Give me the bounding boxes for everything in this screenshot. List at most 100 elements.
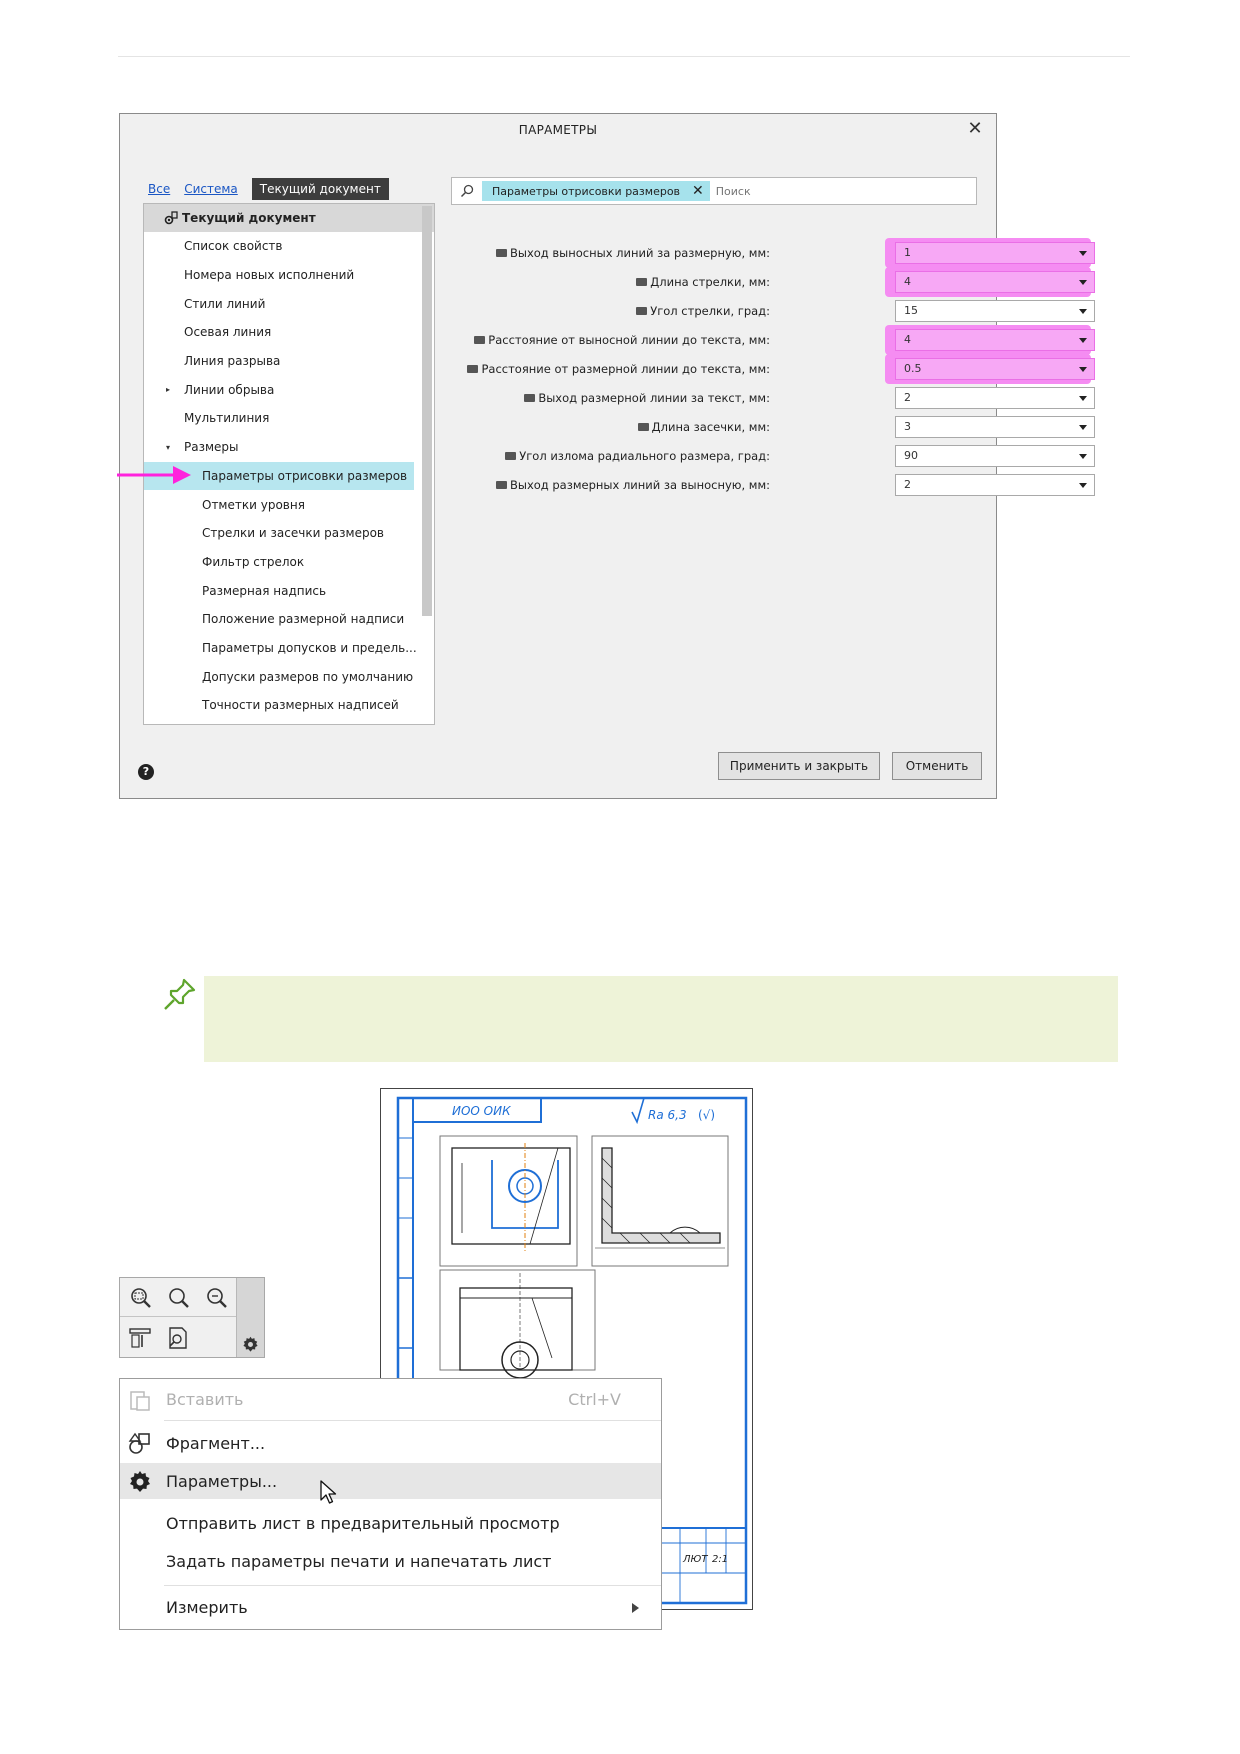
gear-icon[interactable] (242, 1336, 259, 1353)
param-value: 4 (904, 333, 911, 346)
scope-tabs: Все Система Текущий документ (148, 178, 389, 200)
param-label-text: Выход размерных линий за выносную, мм: (509, 478, 770, 492)
chevron-down-icon (1079, 454, 1087, 459)
paste-icon (130, 1391, 150, 1411)
search-filter-chip[interactable]: Параметры отрисовки размеров ✕ (482, 181, 710, 201)
menu-item-label: Измерить (166, 1597, 248, 1617)
tree-item[interactable]: Номера новых исполнений (144, 261, 434, 290)
param-value-select[interactable]: 4 (895, 271, 1095, 293)
menu-separator (164, 1420, 661, 1421)
gear-icon (130, 1471, 150, 1492)
tree-item[interactable]: Положение размерной надписи (144, 605, 434, 634)
menu-item-measure[interactable]: Измерить (120, 1589, 661, 1625)
param-label: Расстояние от выносной линии до текста, … (474, 328, 770, 352)
pin-icon[interactable] (495, 481, 507, 489)
tree-item-label: Стили линий (184, 296, 266, 311)
param-row: Выход выносных линий за размерную, мм: 1 (420, 241, 1095, 265)
param-row: Расстояние от размерной линии до текста,… (420, 357, 1095, 381)
param-value-select[interactable]: 1 (895, 242, 1095, 264)
tree-root[interactable]: Текущий документ (144, 204, 434, 232)
param-row: Длина стрелки, мм: 4 (420, 270, 1095, 294)
menu-item-print[interactable]: Задать параметры печати и напечатать лис… (120, 1543, 661, 1579)
pointer-arrow-icon (117, 466, 191, 484)
tree-item[interactable]: Стили линий (144, 289, 434, 318)
param-value-select[interactable]: 2 (895, 387, 1095, 409)
pin-icon[interactable] (495, 249, 507, 257)
menu-item-print-preview[interactable]: Отправить лист в предварительный просмот… (120, 1505, 661, 1541)
tree-item[interactable]: Список свойств (144, 232, 434, 261)
param-value-select[interactable]: 0.5 (895, 358, 1095, 380)
zoom-icon[interactable] (166, 1286, 190, 1310)
tree-item[interactable]: Параметры допусков и предель... (144, 634, 434, 663)
tree-scrollbar[interactable] (422, 206, 432, 616)
menu-item-label: Отправить лист в предварительный просмот… (166, 1513, 560, 1533)
collapsed-arrow-icon[interactable]: ▸ (166, 385, 170, 394)
param-row: Угол стрелки, град: 15 (420, 299, 1095, 323)
close-icon[interactable]: ✕ (692, 183, 704, 199)
param-value-select[interactable]: 15 (895, 300, 1095, 322)
search-input[interactable] (713, 183, 976, 199)
pin-icon[interactable] (467, 365, 479, 373)
zoom-toolbar (119, 1277, 265, 1358)
menu-item-label: Вставить (166, 1389, 244, 1409)
zoom-page-icon[interactable] (166, 1326, 190, 1350)
tree-item[interactable]: ▸ Линии обрыва (144, 375, 434, 404)
tree-item-label: Допуски размеров по умолчанию (202, 669, 414, 684)
tree-item-label: Фильтр стрелок (202, 554, 305, 569)
expanded-arrow-icon[interactable]: ▾ (166, 443, 170, 452)
chevron-down-icon (1079, 483, 1087, 488)
close-icon[interactable]: ✕ (964, 118, 986, 140)
pin-icon[interactable] (637, 423, 649, 431)
tree-item[interactable]: Отметки уровня (144, 490, 434, 519)
pin-icon[interactable] (474, 336, 486, 344)
menu-item-parameters[interactable]: Параметры... (120, 1463, 661, 1499)
apply-and-close-button[interactable]: Применить и закрыть (718, 752, 880, 780)
param-value-select[interactable]: 4 (895, 329, 1095, 351)
title-block-material: ЛЮТ (682, 1554, 708, 1565)
param-label: Угол излома радиального размера, град: (505, 444, 770, 468)
tree-item[interactable]: Размерная надпись (144, 576, 434, 605)
param-value: 1 (904, 246, 911, 259)
tree-item[interactable]: Фильтр стрелок (144, 548, 434, 577)
pin-icon[interactable] (524, 394, 536, 402)
tab-system[interactable]: Система (184, 182, 238, 196)
tree-item[interactable]: Линия разрыва (144, 347, 434, 376)
tree-item[interactable]: Осевая линия (144, 318, 434, 347)
menu-item-label: Фрагмент... (166, 1433, 266, 1453)
menu-item-fragment[interactable]: Фрагмент... (120, 1425, 661, 1461)
zoom-in-frame-icon[interactable] (128, 1286, 152, 1310)
tree-item[interactable]: ▾ Размеры (144, 433, 434, 462)
tree-item[interactable]: Мультилиния (144, 404, 434, 433)
show-all-icon[interactable] (128, 1326, 152, 1350)
search-box[interactable]: Параметры отрисовки размеров ✕ (451, 177, 977, 205)
mouse-cursor-icon (320, 1480, 337, 1504)
param-value-select[interactable]: 3 (895, 416, 1095, 438)
zoom-out-icon[interactable] (204, 1286, 228, 1310)
toolbar-divider (120, 1316, 238, 1317)
tree-item[interactable]: Допуски размеров по умолчанию (144, 662, 434, 691)
cancel-button[interactable]: Отменить (892, 752, 982, 780)
tab-all[interactable]: Все (148, 182, 170, 196)
pin-icon[interactable] (636, 278, 648, 286)
tree-item-label: Стрелки и засечки размеров (202, 526, 384, 541)
fragment-icon (128, 1432, 150, 1454)
pin-icon[interactable] (636, 307, 648, 315)
tree-item-label: Точности размерных надписей (202, 698, 399, 713)
svg-text:(√): (√) (698, 1108, 715, 1122)
menu-item-paste[interactable]: Вставить Ctrl+V (120, 1381, 661, 1417)
tab-current-document[interactable]: Текущий документ (251, 178, 389, 200)
tree-item[interactable]: Точности размерных надписей (144, 691, 434, 720)
parameters-dialog: ПАРАМЕТРЫ ✕ Все Система Текущий документ… (119, 113, 1095, 799)
top-divider (118, 56, 1130, 57)
pin-icon[interactable] (505, 452, 517, 460)
param-label: Угол стрелки, град: (636, 299, 770, 323)
chevron-down-icon (1079, 367, 1087, 372)
param-label-text: Выход размерной линии за текст, мм: (538, 391, 770, 405)
param-value-select[interactable]: 2 (895, 474, 1095, 496)
help-icon[interactable]: ? (138, 764, 154, 780)
param-label-text: Расстояние от размерной линии до текста,… (481, 362, 770, 376)
param-row: Выход размерной линии за текст, мм: 2 (420, 386, 1095, 410)
pin-icon (164, 978, 196, 1010)
param-value-select[interactable]: 90 (895, 445, 1095, 467)
tree-item[interactable]: Стрелки и засечки размеров (144, 519, 434, 548)
